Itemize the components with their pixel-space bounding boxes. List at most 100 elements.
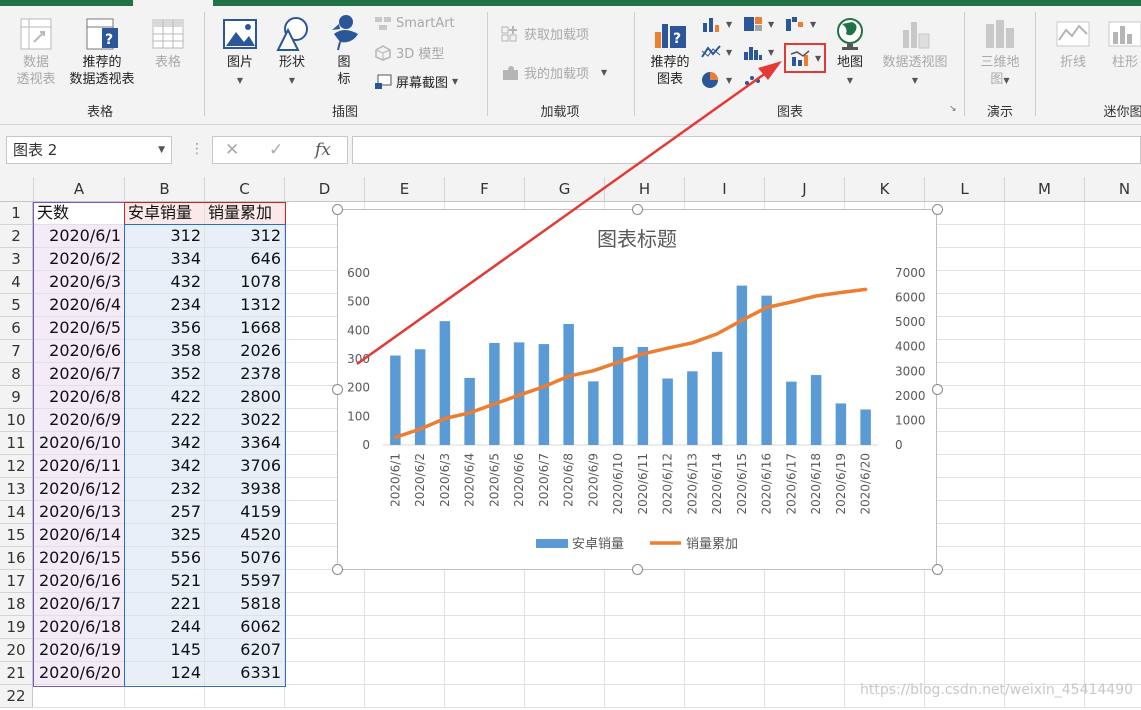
- cell-H17[interactable]: [605, 570, 685, 593]
- cell-C3[interactable]: 646: [205, 248, 285, 271]
- resize-handle-right[interactable]: [932, 384, 943, 395]
- row-header[interactable]: 14: [0, 501, 33, 524]
- column-header-C[interactable]: C: [205, 177, 285, 202]
- waterfall-chart-button[interactable]: ▼: [784, 15, 816, 33]
- cell-B14[interactable]: 257: [125, 501, 205, 524]
- cell-A3[interactable]: 2020/6/2: [34, 248, 125, 271]
- cell-C17[interactable]: 5597: [205, 570, 285, 593]
- column-header-G[interactable]: G: [525, 177, 605, 202]
- cell-N12[interactable]: [1085, 455, 1141, 478]
- statistic-chart-button[interactable]: ▼: [742, 43, 774, 61]
- cell-L19[interactable]: [925, 616, 1005, 639]
- cell-N5[interactable]: [1085, 294, 1141, 317]
- cell-K20[interactable]: [845, 639, 925, 662]
- cell-A15[interactable]: 2020/6/14: [34, 524, 125, 547]
- cell-C5[interactable]: 1312: [205, 294, 285, 317]
- cell-C16[interactable]: 5076: [205, 547, 285, 570]
- cell-J18[interactable]: [765, 593, 845, 616]
- column-header-K[interactable]: K: [845, 177, 925, 202]
- cell-B6[interactable]: 356: [125, 317, 205, 340]
- cell-L13[interactable]: [925, 478, 1005, 501]
- dialog-launcher-icon[interactable]: ↘: [949, 104, 957, 114]
- cell-L7[interactable]: [925, 340, 1005, 363]
- column-header-E[interactable]: E: [365, 177, 445, 202]
- cell-N3[interactable]: [1085, 248, 1141, 271]
- row-header[interactable]: 5: [0, 294, 33, 317]
- cell-K18[interactable]: [845, 593, 925, 616]
- cell-M12[interactable]: [1005, 455, 1085, 478]
- cell-N2[interactable]: [1085, 225, 1141, 248]
- cell-L18[interactable]: [925, 593, 1005, 616]
- cell-M18[interactable]: [1005, 593, 1085, 616]
- sparkline-line-button[interactable]: 折线: [1050, 16, 1096, 71]
- cell-B4[interactable]: 432: [125, 271, 205, 294]
- column-header-H[interactable]: H: [605, 177, 685, 202]
- cell-I18[interactable]: [685, 593, 765, 616]
- column-header-L[interactable]: L: [925, 177, 1005, 202]
- icons-button[interactable]: 图 标: [322, 12, 366, 88]
- cell-N10[interactable]: [1085, 409, 1141, 432]
- cell-H21[interactable]: [605, 662, 685, 685]
- cell-N13[interactable]: [1085, 478, 1141, 501]
- cell-G21[interactable]: [525, 662, 605, 685]
- cell-I20[interactable]: [685, 639, 765, 662]
- cell-M9[interactable]: [1005, 386, 1085, 409]
- cell-B12[interactable]: 342: [125, 455, 205, 478]
- cell-L15[interactable]: [925, 524, 1005, 547]
- cell-M16[interactable]: [1005, 547, 1085, 570]
- cell-A18[interactable]: 2020/6/17: [34, 593, 125, 616]
- cell-C18[interactable]: 5818: [205, 593, 285, 616]
- cell-A6[interactable]: 2020/6/5: [34, 317, 125, 340]
- cell-E18[interactable]: [365, 593, 445, 616]
- sparkline-column-button[interactable]: 柱形: [1102, 16, 1141, 71]
- cell-B1[interactable]: 安卓销量: [125, 202, 205, 225]
- cell-G17[interactable]: [525, 570, 605, 593]
- cell-I21[interactable]: [685, 662, 765, 685]
- row-header[interactable]: 6: [0, 317, 33, 340]
- recommended-charts-button[interactable]: ? 推荐的 图表: [644, 16, 696, 88]
- pictures-button[interactable]: 图片 ▼: [218, 16, 262, 89]
- cell-E21[interactable]: [365, 662, 445, 685]
- row-header[interactable]: 1: [0, 202, 33, 225]
- cell-M1[interactable]: [1005, 202, 1085, 225]
- cell-D22[interactable]: [285, 685, 365, 708]
- row-header[interactable]: 18: [0, 593, 33, 616]
- row-header[interactable]: 12: [0, 455, 33, 478]
- more-options-icon[interactable]: ⋮: [190, 141, 204, 157]
- cell-N9[interactable]: [1085, 386, 1141, 409]
- column-header-A[interactable]: A: [34, 177, 125, 202]
- cell-C19[interactable]: 6062: [205, 616, 285, 639]
- cell-H19[interactable]: [605, 616, 685, 639]
- cell-C15[interactable]: 4520: [205, 524, 285, 547]
- cell-H20[interactable]: [605, 639, 685, 662]
- cell-G19[interactable]: [525, 616, 605, 639]
- cell-F19[interactable]: [445, 616, 525, 639]
- cell-A19[interactable]: 2020/6/18: [34, 616, 125, 639]
- cell-N19[interactable]: [1085, 616, 1141, 639]
- cell-K17[interactable]: [845, 570, 925, 593]
- cell-D21[interactable]: [285, 662, 365, 685]
- cell-B17[interactable]: 521: [125, 570, 205, 593]
- cell-L10[interactable]: [925, 409, 1005, 432]
- cell-C11[interactable]: 3364: [205, 432, 285, 455]
- cell-L11[interactable]: [925, 432, 1005, 455]
- cell-B15[interactable]: 325: [125, 524, 205, 547]
- cell-E22[interactable]: [365, 685, 445, 708]
- cell-F20[interactable]: [445, 639, 525, 662]
- pivot-table-button[interactable]: 数据 透视表: [10, 16, 62, 88]
- cell-M8[interactable]: [1005, 363, 1085, 386]
- cell-L20[interactable]: [925, 639, 1005, 662]
- shapes-button[interactable]: 形状 ▼: [270, 16, 314, 89]
- cell-A11[interactable]: 2020/6/10: [34, 432, 125, 455]
- cell-N1[interactable]: [1085, 202, 1141, 225]
- cell-M5[interactable]: [1005, 294, 1085, 317]
- cell-L3[interactable]: [925, 248, 1005, 271]
- cell-M6[interactable]: [1005, 317, 1085, 340]
- cell-L12[interactable]: [925, 455, 1005, 478]
- row-header[interactable]: 2: [0, 225, 33, 248]
- cell-B2[interactable]: 312: [125, 225, 205, 248]
- cell-C12[interactable]: 3706: [205, 455, 285, 478]
- cell-A17[interactable]: 2020/6/16: [34, 570, 125, 593]
- cell-L14[interactable]: [925, 501, 1005, 524]
- 3d-models-button[interactable]: 3D 模型: [374, 43, 444, 62]
